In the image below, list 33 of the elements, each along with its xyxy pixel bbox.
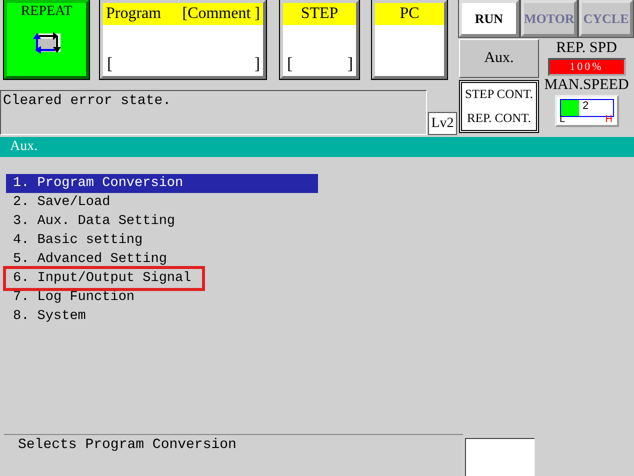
menu-item[interactable]: 7. Log Function	[6, 288, 318, 307]
menu-item[interactable]: 3. Aux. Data Setting	[6, 212, 318, 231]
gauge-high-label: H	[605, 115, 612, 125]
box-header: PC	[400, 4, 420, 24]
menu-item[interactable]: 6. Input/Output Signal	[3, 266, 205, 291]
input-field[interactable]	[465, 438, 535, 476]
bracket: ]	[254, 54, 260, 74]
speed-label: MAN.SPEED	[544, 76, 629, 95]
mode-button[interactable]: RUN	[459, 0, 519, 37]
hint-text: Selects Program Conversion	[4, 434, 463, 476]
repeat-tile[interactable]: REPEAT	[4, 0, 89, 79]
section-title: Aux.	[0, 137, 634, 157]
gauge-low-label: L	[560, 115, 566, 125]
menu-item[interactable]: 8. System	[6, 307, 318, 326]
bracket: [	[107, 54, 113, 74]
bracket: [	[287, 54, 293, 74]
box-header: Program	[106, 4, 162, 24]
menu-item[interactable]: 5. Advanced Setting	[6, 250, 318, 269]
menu-item[interactable]: 2. Save/Load	[6, 193, 318, 212]
cont-label: REP. CONT.	[466, 110, 531, 126]
bracket: ]	[347, 54, 353, 74]
gauge-reading: 2	[582, 100, 589, 112]
speed-reading: 100%	[548, 58, 626, 76]
speed-label: REP. SPD	[556, 39, 617, 58]
cont-label: STEP CONT.	[464, 87, 534, 102]
tile-label: REPEAT	[20, 3, 72, 21]
box-header: STEP	[300, 4, 338, 24]
level-badge: Lv2	[428, 112, 457, 135]
aux-button[interactable]: Aux.	[459, 39, 539, 78]
menu-item[interactable]: 1. Program Conversion	[6, 174, 318, 193]
menu-item[interactable]: 4. Basic setting	[6, 231, 318, 250]
message-text: Cleared error state.	[0, 90, 427, 135]
box-header-note: [Comment ]	[182, 4, 260, 24]
